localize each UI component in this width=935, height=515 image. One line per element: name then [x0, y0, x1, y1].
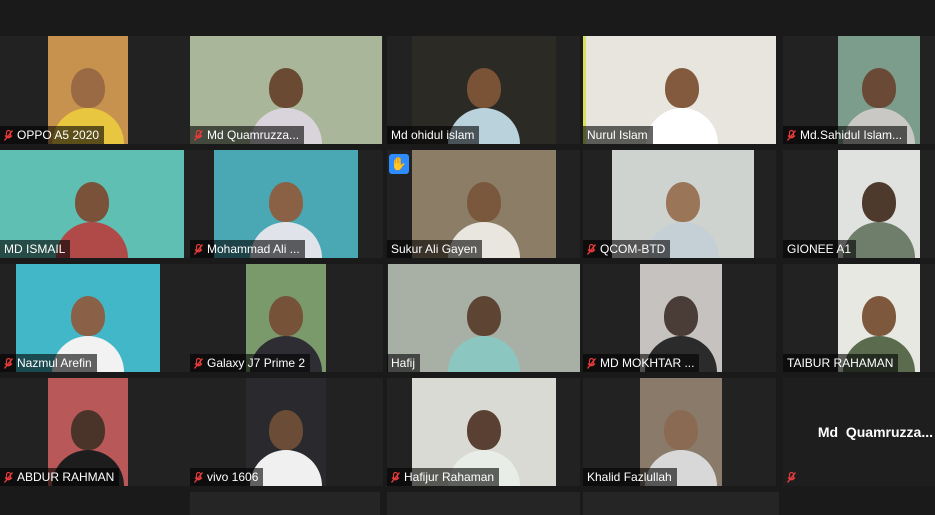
participant-name-label: QCOM-BTD — [583, 240, 671, 258]
participant-name-label: Mohammad Ali ... — [190, 240, 305, 258]
participant-name: GIONEE A1 — [787, 242, 852, 256]
muted-mic-icon — [194, 243, 203, 255]
muted-mic-icon — [194, 129, 203, 141]
participant-name-label: OPPO A5 2020 — [0, 126, 105, 144]
participant-name: Galaxy J7 Prime 2 — [207, 356, 306, 370]
muted-mic-icon — [391, 471, 400, 483]
participant-figure — [646, 54, 718, 144]
muted-mic-icon — [587, 357, 596, 369]
muted-mic-icon — [4, 357, 13, 369]
participant-name-label: Nazmul Arefin — [0, 354, 97, 372]
participant-name: TAIBUR RAHAMAN — [787, 356, 894, 370]
participant-name: Md.Sahidul Islam... — [800, 128, 903, 142]
participant-tile[interactable]: ✋ Sukur Ali Gayen — [387, 150, 580, 258]
participant-name: Mohammad Ali ... — [207, 242, 300, 256]
participant-name-label: Galaxy J7 Prime 2 — [190, 354, 311, 372]
participant-name-label: Hafij — [387, 354, 421, 372]
participant-tile[interactable]: vivo 1606 — [190, 378, 383, 486]
participant-name: Hafijur Rahaman — [404, 470, 495, 484]
participant-name: Khalid Fazlullah — [587, 470, 672, 484]
participant-name-label: Khalid Fazlullah — [583, 468, 677, 486]
muted-mic-icon — [194, 357, 203, 369]
participant-name-label: GIONEE A1 — [783, 240, 857, 258]
participant-tile[interactable]: GIONEE A1 — [783, 150, 935, 258]
muted-mic-icon — [4, 129, 13, 141]
participant-tile[interactable]: OPPO A5 2020 — [0, 36, 193, 144]
participant-name-label: Hafijur Rahaman — [387, 468, 500, 486]
partial-tile — [583, 492, 779, 515]
muted-mic-icon — [787, 471, 796, 483]
participant-tile[interactable]: Md ohidul islam — [387, 36, 580, 144]
muted-mic-icon — [4, 471, 13, 483]
participant-tile[interactable]: Md Quamruzza... — [783, 378, 935, 486]
participant-name-label: MD MOKHTAR ... — [583, 354, 700, 372]
participant-name-label: vivo 1606 — [190, 468, 264, 486]
muted-mic-icon — [787, 129, 796, 141]
raise-hand-icon: ✋ — [389, 154, 409, 174]
participant-tile[interactable]: Hafijur Rahaman — [387, 378, 580, 486]
participant-name: vivo 1606 — [207, 470, 259, 484]
partial-tile — [190, 492, 380, 515]
participant-name-label: Nurul Islam — [583, 126, 653, 144]
muted-mic-icon — [194, 471, 203, 483]
participant-name-label: Md Quamruzza... — [190, 126, 305, 144]
participant-name: Sukur Ali Gayen — [391, 242, 478, 256]
muted-mic-icon — [587, 243, 596, 255]
participant-tile[interactable]: Nazmul Arefin — [0, 264, 193, 372]
meeting-top-bar — [0, 0, 935, 30]
participant-name-label: Sukur Ali Gayen — [387, 240, 483, 258]
participant-name-label: ABDUR RAHMAN — [0, 468, 120, 486]
participant-tile[interactable]: Khalid Fazlullah — [583, 378, 776, 486]
participant-figure — [448, 282, 520, 372]
participant-name: Nazmul Arefin — [17, 356, 92, 370]
participant-tile[interactable]: Galaxy J7 Prime 2 — [190, 264, 383, 372]
participant-name-label: Md ohidul islam — [387, 126, 480, 144]
participant-name: MD ISMAIL — [4, 242, 66, 256]
participant-tile[interactable]: Hafij — [387, 264, 580, 372]
participant-tile[interactable]: Md Quamruzza... — [190, 36, 383, 144]
participant-name: QCOM-BTD — [600, 242, 666, 256]
participant-tile[interactable]: ABDUR RAHMAN — [0, 378, 193, 486]
participant-name-label: MD ISMAIL — [0, 240, 71, 258]
participant-tile[interactable]: MD MOKHTAR ... — [583, 264, 776, 372]
participant-tile[interactable]: QCOM-BTD — [583, 150, 776, 258]
partial-tile — [387, 492, 580, 515]
participant-tile[interactable]: Nurul Islam — [583, 36, 776, 144]
participant-tile[interactable]: TAIBUR RAHAMAN — [783, 264, 935, 372]
participant-display-name: Md Quamruzza... — [817, 424, 933, 440]
participant-name: MD MOKHTAR ... — [600, 356, 695, 370]
participant-name: Md ohidul islam — [391, 128, 475, 142]
participant-name: Md Quamruzza... — [207, 128, 300, 142]
participant-tile[interactable]: Md.Sahidul Islam... — [783, 36, 935, 144]
participant-name: OPPO A5 2020 — [17, 128, 100, 142]
participant-name-label: TAIBUR RAHAMAN — [783, 354, 899, 372]
participant-name: Hafij — [391, 356, 416, 370]
participant-name: ABDUR RAHMAN — [17, 470, 115, 484]
participant-tile[interactable]: Mohammad Ali ... — [190, 150, 383, 258]
participant-name: Nurul Islam — [587, 128, 648, 142]
participant-name-label — [783, 468, 805, 486]
participant-tile[interactable]: MD ISMAIL — [0, 150, 193, 258]
participant-name-label: Md.Sahidul Islam... — [783, 126, 908, 144]
